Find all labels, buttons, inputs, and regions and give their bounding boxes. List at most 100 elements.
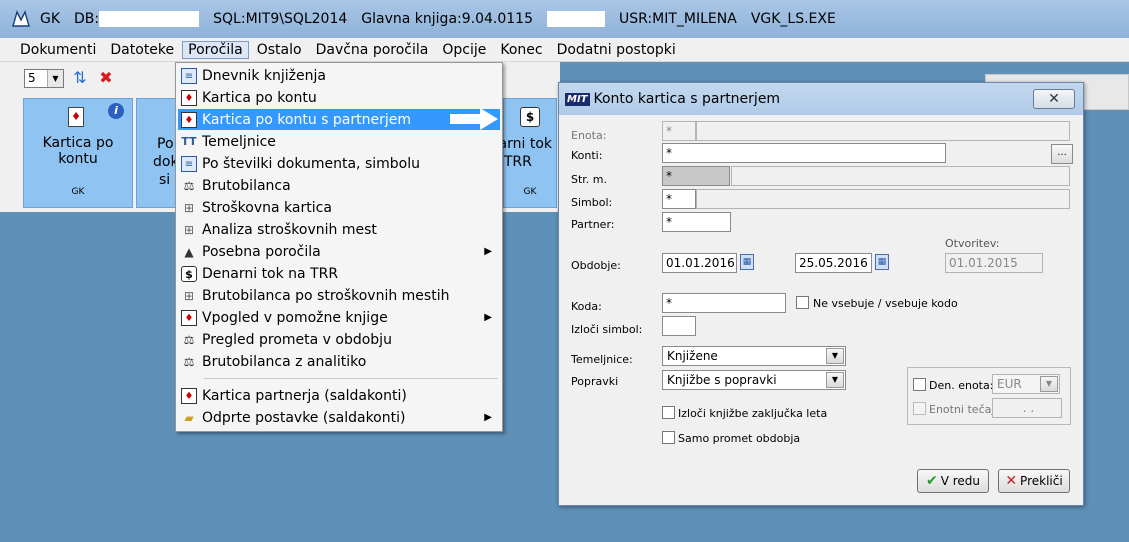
card-icon: ♦ <box>181 387 197 404</box>
izloci-zakljucka-checkbox[interactable] <box>662 406 675 419</box>
currency-select[interactable]: EUR ▼ <box>992 374 1060 394</box>
tile-po-dokumentu[interactable]: Po dok si <box>136 98 179 208</box>
tecaj-input[interactable]: . . <box>992 398 1062 418</box>
konti-browse-button[interactable]: ... <box>1051 144 1073 164</box>
menu-item-brutobilanca[interactable]: ⚖ Brutobilanca <box>178 175 500 196</box>
dollar-icon: $ <box>181 265 197 282</box>
den-enota-label: Den. enota: <box>929 379 994 392</box>
chevron-down-icon: ▼ <box>1040 376 1058 392</box>
app-name: GK <box>40 11 61 27</box>
enota-input[interactable]: * <box>662 121 696 141</box>
cancel-label: Prekliči <box>1020 474 1063 488</box>
date-to-input[interactable]: 25.05.2016 <box>795 253 872 273</box>
menu-item-analiza-stroskovnih[interactable]: ⊞ Analiza stroškovnih mest <box>178 219 500 240</box>
delete-icon[interactable]: ✖ <box>96 68 116 88</box>
tree-icon: ⊞ <box>183 200 195 215</box>
menu-item-label: Brutobilanca z analitiko <box>202 353 367 370</box>
label-popravki: Popravki <box>571 375 619 388</box>
exe-name: VGK_LS.EXE <box>750 11 836 27</box>
tile-denarni-tok[interactable]: $ narni tok TRR GK <box>490 98 557 208</box>
redacted-field <box>547 11 605 27</box>
menu-dokumenti[interactable]: Dokumenti <box>14 41 102 59</box>
partner-input[interactable]: * <box>662 212 731 232</box>
chevron-down-icon: ▼ <box>826 372 844 388</box>
ok-button[interactable]: ✔ V redu <box>917 469 989 493</box>
simbol-input[interactable]: * <box>662 189 696 209</box>
label-izloci-simbol: Izloči simbol: <box>571 323 643 336</box>
mit-logo: MIT <box>565 92 590 106</box>
samo-promet-checkbox[interactable] <box>662 431 675 444</box>
close-button[interactable]: ✕ <box>1033 89 1075 109</box>
info-icon[interactable]: i <box>108 103 124 119</box>
app-logo-icon <box>12 10 30 27</box>
menu-konec[interactable]: Konec <box>494 41 548 59</box>
menu-item-vpogled[interactable]: ♦ Vpogled v pomožne knjige ▶ <box>178 307 500 328</box>
menu-datoteke[interactable]: Datoteke <box>104 41 180 59</box>
menu-item-odprte-postavke[interactable]: ▰ Odprte postavke (saldakonti) ▶ <box>178 407 500 428</box>
card-icon: ♦ <box>181 309 197 326</box>
label-temeljnice: Temeljnice: <box>571 353 633 366</box>
dialog-titlebar: MIT Konto kartica s partnerjem <box>559 83 1083 115</box>
calendar-icon[interactable]: ▦ <box>740 254 754 270</box>
menu-porocila[interactable]: Poročila <box>182 40 249 59</box>
calendar-icon[interactable]: ▦ <box>875 254 889 270</box>
menu-davcna-porocila[interactable]: Davčna poročila <box>310 41 435 59</box>
menu-item-label: Odprte postavke (saldakonti) <box>202 409 406 426</box>
temeljnice-value: Knjižene <box>667 349 718 363</box>
label-obdobje: Obdobje: <box>571 259 621 272</box>
menu-item-posebna-porocila[interactable]: ▲ Posebna poročila ▶ <box>178 241 500 262</box>
refresh-icon[interactable]: ⇅ <box>70 68 90 88</box>
otvoritev-field: 01.01.2015 <box>945 253 1043 273</box>
koda-input[interactable]: * <box>662 293 786 313</box>
menu-item-brutobilanca-analitika[interactable]: ⚖ Brutobilanca z analitiko <box>178 351 500 372</box>
menu-item-pregled-prometa[interactable]: ⚖ Pregled prometa v obdobju <box>178 329 500 350</box>
menu-item-denarni-tok[interactable]: $ Denarni tok na TRR <box>178 263 500 284</box>
izloci-simbol-input[interactable] <box>662 316 696 336</box>
label-koda: Koda: <box>571 300 602 313</box>
menu-item-brutobilanca-sm[interactable]: ⊞ Brutobilanca po stroškovnih mestih <box>178 285 500 306</box>
ne-vsebuje-checkbox[interactable] <box>796 296 809 309</box>
submenu-arrow-icon: ▶ <box>484 312 492 323</box>
menu-item-label: Kartica partnerja (saldakonti) <box>202 387 407 404</box>
menu-item-label: Dnevnik knjiženja <box>202 67 326 84</box>
konti-input[interactable]: * <box>662 143 946 163</box>
menu-dodatni-postopki[interactable]: Dodatni postopki <box>551 41 682 59</box>
menu-item-kartica-po-kontu[interactable]: ♦ Kartica po kontu <box>178 87 500 108</box>
menu-item-po-stevilki[interactable]: ≡ Po številki dokumenta, simbolu <box>178 153 500 174</box>
date-from-input[interactable]: 01.01.2016 <box>662 253 737 273</box>
cancel-button[interactable]: ✕ Prekliči <box>998 469 1070 493</box>
currency-value: EUR <box>997 377 1022 391</box>
dollar-icon: $ <box>520 107 540 127</box>
scale-icon: ⚖ <box>183 354 195 369</box>
menu-bar: Dokumenti Datoteke Poročila Ostalo Davčn… <box>0 38 1129 62</box>
menu-item-label: Denarni tok na TRR <box>202 265 339 282</box>
menu-item-kartica-partnerja[interactable]: ♦ Kartica partnerja (saldakonti) <box>178 385 500 406</box>
den-enota-checkbox[interactable] <box>913 378 926 391</box>
tile-kartica-po-kontu[interactable]: ♦ i Kartica po kontu GK <box>23 98 133 208</box>
list-icon: ≡ <box>181 155 197 172</box>
folder-icon: ▰ <box>184 410 194 425</box>
page-select[interactable]: 5 ▼ <box>24 69 64 88</box>
submenu-arrow-icon: ▶ <box>484 246 492 257</box>
menu-ostalo[interactable]: Ostalo <box>251 41 308 59</box>
popravki-select[interactable]: Knjižbe s popravki ▼ <box>662 370 846 390</box>
menu-item-label: Stroškovna kartica <box>202 199 332 216</box>
strm-input[interactable]: * <box>662 166 730 186</box>
page-select-value: 5 <box>28 71 36 85</box>
menu-item-dnevnik[interactable]: ≡ Dnevnik knjiženja <box>178 65 500 86</box>
chevron-down-icon: ▼ <box>47 70 63 87</box>
menu-item-temeljnice[interactable]: TT Temeljnice <box>178 131 500 152</box>
menu-item-label: Brutobilanca po stroškovnih mestih <box>202 287 450 304</box>
menu-item-label: Vpogled v pomožne knjige <box>202 309 388 326</box>
menu-item-stroskovna-kartica[interactable]: ⊞ Stroškovna kartica <box>178 197 500 218</box>
menu-opcije[interactable]: Opcije <box>436 41 492 59</box>
simbol-name-field <box>696 189 1070 209</box>
popravki-value: Knjižbe s popravki <box>667 373 777 387</box>
pointer-arrow-icon <box>450 108 498 130</box>
scale-icon: ⚖ <box>183 332 195 347</box>
card-icon: ♦ <box>68 107 84 127</box>
temeljnice-select[interactable]: Knjižene ▼ <box>662 346 846 366</box>
tree-icon: ⊞ <box>183 222 195 237</box>
enotni-tecaj-checkbox[interactable] <box>913 402 926 415</box>
dialog-title: Konto kartica s partnerjem <box>593 91 781 107</box>
